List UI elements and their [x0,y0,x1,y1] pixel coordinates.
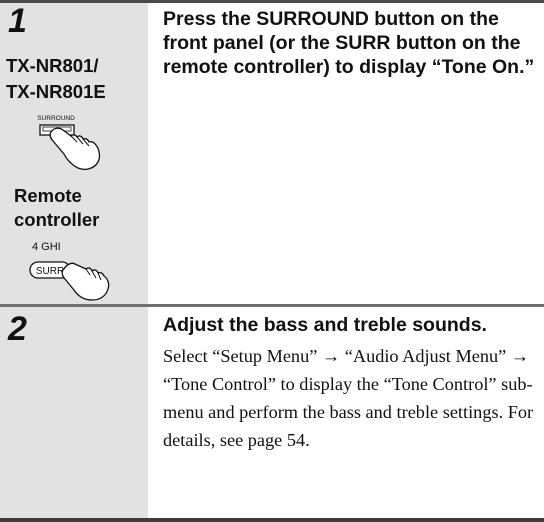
remote-caption-line-2: controller [14,209,100,230]
model-name-1: TX-NR801/ [6,55,99,76]
remote-key-label: 4 GHI [32,241,61,253]
pressing-hand-icon [49,127,101,170]
remote-caption-line-1: Remote [14,185,82,206]
remote-button-label: SURR [36,266,64,277]
model-name-2: TX-NR801E [6,81,106,102]
panel-button-label: SURROUND [37,115,75,122]
step-2-number: 2 [8,310,27,348]
step-2-body-text: Select “Setup Menu” → “Audio Adjust Menu… [163,346,534,450]
remote-surr-button-illustration: 4 GHI SURR [29,241,110,301]
pressing-hand-icon [61,262,110,301]
bottom-rule [0,518,544,522]
front-panel-surround-button-illustration: SURROUND [37,115,101,170]
step-1-number: 1 [8,2,27,40]
step-2-heading: Adjust the bass and treble sounds. [163,314,487,336]
step-1-instruction: Press the SURROUND button on the front p… [163,8,535,78]
